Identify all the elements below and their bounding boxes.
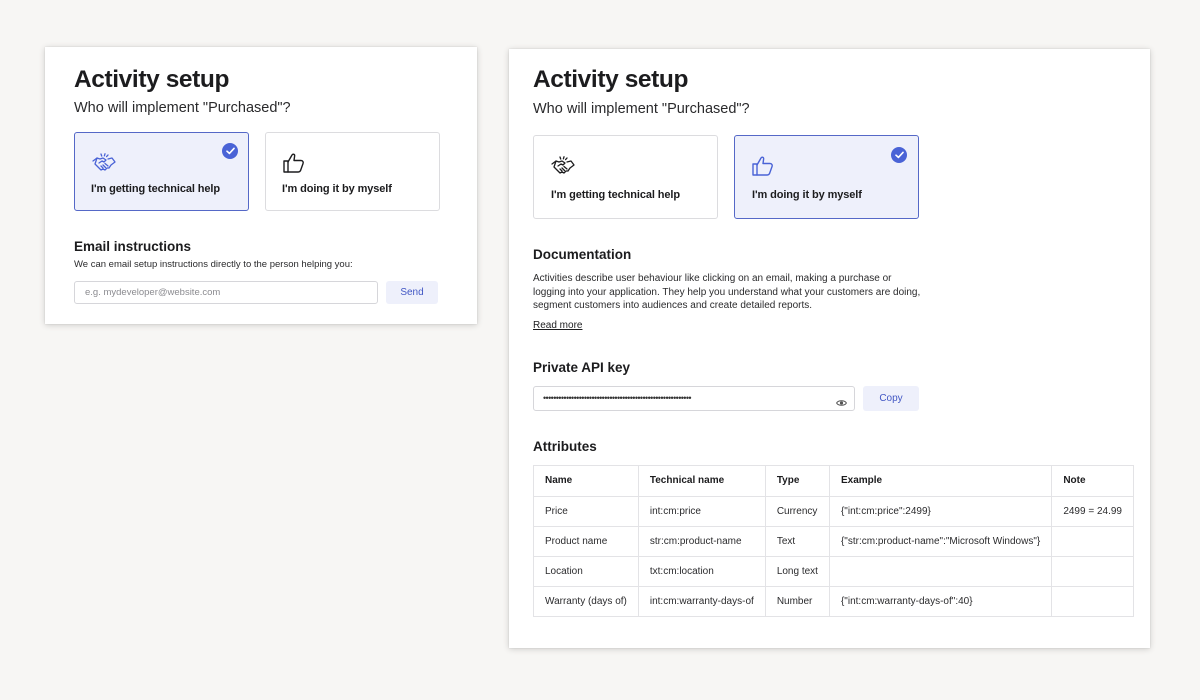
option-doing-myself[interactable]: I'm doing it by myself	[734, 135, 919, 219]
table-cell: {"int:cm:warranty-days-of":40}	[828, 585, 1053, 617]
option-label: I'm getting technical help	[91, 183, 220, 195]
table-header-row: Name Technical name Type Example Note	[533, 464, 1134, 497]
table-cell: str:cm:product-name	[637, 525, 766, 557]
page-title: Activity setup	[533, 66, 689, 93]
table-row: Product name str:cm:product-name Text {"…	[533, 525, 1134, 557]
table-cell: Text	[764, 525, 830, 557]
table-row: Warranty (days of) int:cm:warranty-days-…	[533, 585, 1134, 617]
handshake-icon	[92, 153, 116, 178]
thumbs-up-icon	[752, 156, 774, 181]
table-cell	[1051, 525, 1134, 557]
page-subtitle: Who will implement "Purchased"?	[533, 101, 750, 117]
page-subtitle: Who will implement "Purchased"?	[74, 100, 291, 116]
option-technical-help[interactable]: I'm getting technical help	[533, 135, 718, 219]
column-header: Technical name	[637, 464, 766, 497]
table-cell: int:cm:warranty-days-of	[637, 585, 766, 617]
documentation-text: Activities describe user behaviour like …	[533, 273, 921, 311]
column-header: Type	[764, 464, 830, 497]
option-technical-help[interactable]: I'm getting technical help	[74, 132, 249, 211]
table-cell: 2499 = 24.99	[1051, 495, 1134, 527]
handshake-icon	[551, 156, 575, 181]
table-cell: Currency	[764, 495, 830, 527]
table-cell: Number	[764, 585, 830, 617]
table-cell: Price	[533, 495, 639, 527]
table-cell: {"str:cm:product-name":"Microsoft Window…	[828, 525, 1053, 557]
eye-icon[interactable]	[836, 394, 847, 412]
setup-panel-small: Activity setup Who will implement "Purch…	[45, 47, 477, 324]
table-cell	[828, 555, 1053, 587]
table-cell	[1051, 555, 1134, 587]
check-icon	[891, 147, 907, 163]
check-icon	[222, 143, 238, 159]
documentation-title: Documentation	[533, 247, 632, 262]
option-label: I'm doing it by myself	[282, 183, 392, 195]
api-key-row: ••••••••••••••••••••••••••••••••••••••••…	[533, 385, 1126, 412]
option-label: I'm getting technical help	[551, 189, 680, 201]
table-cell: Long text	[764, 555, 830, 587]
option-label: I'm doing it by myself	[752, 189, 862, 201]
implementer-options: I'm getting technical help I'm doing it …	[74, 132, 448, 211]
table-cell: int:cm:price	[637, 495, 766, 527]
email-input[interactable]	[74, 280, 378, 304]
table-row: Location txt:cm:location Long text	[533, 555, 1134, 587]
table-cell	[1051, 585, 1134, 617]
option-doing-myself[interactable]: I'm doing it by myself	[265, 132, 440, 211]
table-cell: txt:cm:location	[637, 555, 766, 587]
page-title: Activity setup	[74, 66, 230, 93]
table-cell: Warranty (days of)	[533, 585, 639, 617]
email-instructions-text: We can email setup instructions directly…	[74, 259, 353, 270]
send-button[interactable]: Send	[386, 280, 438, 304]
email-instructions-title: Email instructions	[74, 239, 192, 254]
implementer-options: I'm getting technical help I'm doing it …	[533, 135, 1126, 219]
column-header: Example	[828, 464, 1053, 497]
column-header: Name	[533, 464, 639, 497]
copy-button[interactable]: Copy	[863, 385, 919, 411]
attributes-table: Name Technical name Type Example Note Pr…	[533, 464, 1134, 617]
table-cell: Product name	[533, 525, 639, 557]
api-key-field[interactable]: ••••••••••••••••••••••••••••••••••••••••…	[533, 385, 855, 412]
api-key-value: ••••••••••••••••••••••••••••••••••••••••…	[543, 392, 692, 403]
attributes-title: Attributes	[533, 438, 597, 454]
thumbs-up-icon	[283, 153, 305, 178]
setup-panel-large: Activity setup Who will implement "Purch…	[509, 49, 1150, 648]
table-cell: {"int:cm:price":2499}	[828, 495, 1053, 527]
table-cell: Location	[533, 555, 639, 587]
table-row: Price int:cm:price Currency {"int:cm:pri…	[533, 495, 1134, 527]
column-header: Note	[1051, 464, 1134, 497]
email-row: Send	[74, 280, 448, 304]
read-more-link[interactable]: Read more	[533, 320, 582, 331]
api-key-title: Private API key	[533, 359, 631, 375]
